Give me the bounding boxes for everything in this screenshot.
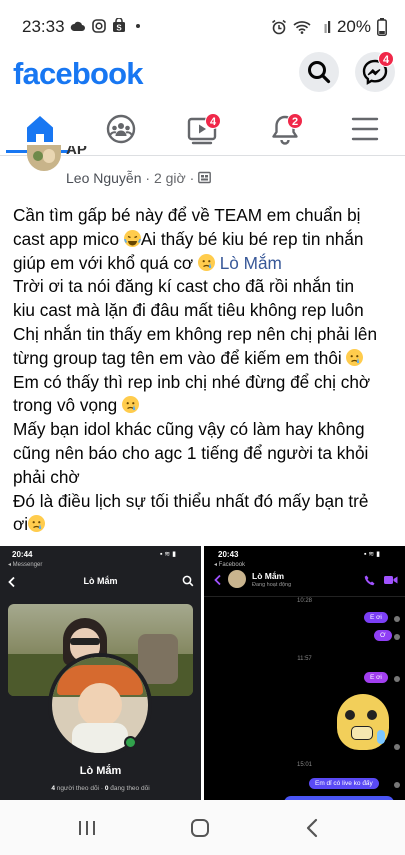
post-line: Em có thấy thì rep inb chị nhé đừng để c…	[13, 371, 371, 392]
battery-icon	[377, 18, 387, 36]
messenger-badge: 4	[378, 51, 394, 67]
post-line: Mấy bạn idol khác cũng vậy có làm hay kh…	[13, 419, 365, 440]
followers-label: người theo dõi	[56, 785, 100, 792]
chat-message: Ơ	[374, 630, 392, 641]
crying-emoji-icon	[346, 348, 364, 366]
call-icon	[364, 575, 375, 586]
laughing-emoji-icon	[123, 229, 141, 247]
back-icon[interactable]	[303, 817, 323, 839]
post-line: giúp em với khổ quá cơ Lò Mắm	[13, 252, 282, 273]
chat-header-divider	[204, 596, 405, 597]
search-icon	[308, 61, 331, 84]
post-line: kiu cast mà lặn đi đâu mất tiêu không re…	[13, 300, 364, 321]
video-call-icon	[384, 576, 398, 584]
notifications-badge: 2	[287, 113, 303, 129]
clock: 23:33	[22, 17, 65, 36]
tab-watch[interactable]: 4	[168, 105, 238, 155]
photo2-status-icons: ▪ ≋ ▮	[364, 551, 381, 558]
chat-contact-status: Đang hoạt động	[252, 582, 292, 588]
photo1-time: 20:44	[12, 550, 33, 559]
wifi-icon	[293, 21, 311, 34]
post-line: cast app mico Ai thấy bé kiu bé rep tin …	[13, 228, 364, 249]
tab-notifications[interactable]: 2	[250, 105, 320, 155]
group-privacy-icon	[198, 171, 212, 184]
tagged-user-link[interactable]: Lò Mắm	[220, 253, 282, 273]
post-line: Chị nhắn tin thấy em không rep nên chị p…	[13, 323, 378, 344]
watch-icon	[187, 117, 217, 145]
system-navigation-bar	[0, 800, 405, 855]
following-count: 0	[104, 785, 109, 792]
following-label: đang theo dõi	[110, 785, 150, 792]
follow-stats: 4 người theo dõi · 0 đang theo dõi	[0, 785, 201, 792]
alarm-icon	[272, 19, 286, 35]
crying-emoji-icon	[121, 396, 139, 414]
post-author[interactable]: Leo Nguyễn	[66, 170, 142, 186]
cloud-icon	[70, 21, 85, 31]
search-button[interactable]	[299, 52, 339, 92]
chat-message: E ơi	[364, 672, 388, 683]
sticker-image	[337, 694, 389, 750]
back-arrow-icon	[214, 574, 221, 586]
chat-timestamp: 11:57	[297, 656, 312, 662]
notification-icons: S	[70, 18, 140, 33]
instagram-icon	[92, 18, 106, 33]
crying-emoji-icon	[28, 515, 46, 533]
svg-text:S: S	[116, 24, 122, 33]
post-time[interactable]: 2 giờ	[154, 170, 186, 186]
photo2-back-app: ◂ Facebook	[214, 562, 246, 568]
group-name-partial: AP	[66, 146, 87, 156]
post-line: Đó là điều lịch sự tối thiểu nhất đó mấy…	[13, 490, 369, 511]
post-line: trong vô vọng	[13, 394, 398, 418]
photo1-status-icons: ▪ ≋ ▮	[160, 551, 177, 558]
crying-emoji-icon	[197, 253, 215, 271]
home-button-icon[interactable]	[188, 817, 212, 839]
seen-indicator	[394, 634, 400, 640]
post-photo-chat[interactable]: 20:43 ◂ Facebook ▪ ≋ ▮ Lò Mắm Đang hoạt …	[204, 546, 405, 801]
system-icons: 20%	[271, 17, 387, 37]
photo2-time: 20:43	[218, 550, 239, 559]
seen-indicator	[394, 744, 400, 750]
chat-message: E ơi	[364, 612, 388, 623]
photo1-title: Lò Mắm	[83, 576, 118, 586]
seen-indicator	[394, 616, 400, 622]
menu-icon	[351, 117, 379, 141]
watch-badge: 4	[205, 113, 221, 129]
signal-icon	[324, 21, 331, 33]
search-icon	[182, 575, 194, 587]
groups-icon	[106, 114, 136, 144]
profile-name: Lò Mắm	[79, 765, 122, 777]
post-line: từng group tag tên em vào để kiếm em thô…	[13, 347, 398, 371]
chat-avatar	[228, 570, 246, 588]
chat-timestamp: 15:01	[296, 762, 312, 768]
messenger-button[interactable]: 4	[355, 51, 395, 92]
avatar[interactable]	[27, 145, 61, 171]
online-indicator	[124, 736, 137, 749]
post-line: phải chờ	[13, 466, 80, 487]
chat-contact-name: Lò Mắm	[252, 571, 285, 581]
tab-menu[interactable]	[330, 105, 400, 155]
dot-icon	[136, 23, 140, 28]
facebook-logo[interactable]: facebook	[13, 56, 144, 92]
meta-dot: ·	[189, 170, 199, 186]
shop-icon: S	[113, 18, 125, 33]
bell-icon	[272, 115, 298, 145]
chat-message: Em dỉ có live ko đấy	[309, 778, 379, 789]
post-line: cũng nên báo cho agc 1 tiếng để người ta…	[13, 442, 369, 463]
status-bar: 23:33 S 20%	[0, 0, 405, 52]
post-line: Trời ơi ta nói đăng kí cast cho đã rồi n…	[13, 276, 355, 297]
post-text: Cần tìm gấp bé này để về TEAM em chuẩn b…	[13, 204, 398, 537]
seen-indicator	[394, 676, 400, 682]
post-line: ơi	[13, 513, 398, 537]
chat-timestamp: 10:28	[296, 598, 312, 604]
battery-level: 20%	[336, 17, 371, 36]
seen-indicator	[394, 782, 400, 788]
meta-dot: ·	[145, 170, 154, 186]
followers-count: 4	[51, 785, 55, 792]
post-meta: Leo Nguyễn · 2 giờ ·	[66, 170, 212, 186]
post-photo-profile[interactable]: 20:44 ◂ Messenger ▪ ≋ ▮ Lò Mắm Lò Mắm 4 …	[0, 546, 201, 801]
post-line: Cần tìm gấp bé này để về TEAM em chuẩn b…	[13, 205, 361, 225]
tab-groups[interactable]	[86, 105, 156, 155]
recent-apps-icon[interactable]	[75, 818, 99, 838]
photo1-back-app: ◂ Messenger	[8, 562, 43, 568]
